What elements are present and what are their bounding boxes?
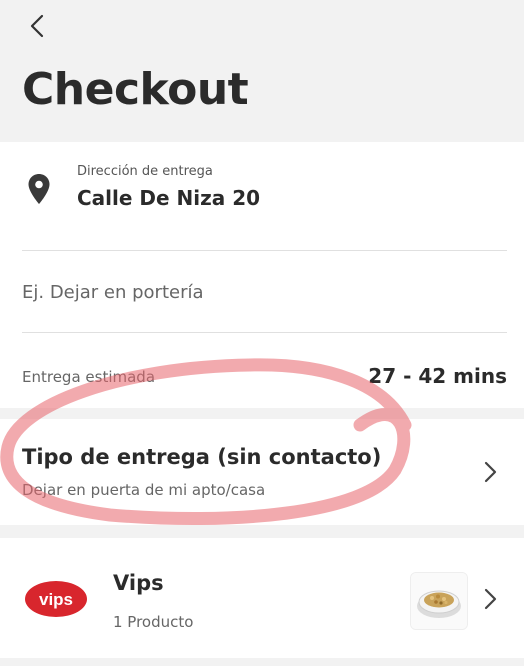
delivery-type-subtitle: Dejar en puerta de mi apto/casa (22, 481, 266, 499)
store-name: Vips (113, 571, 164, 595)
chevron-right-icon (484, 461, 497, 483)
store-logo: vips (25, 581, 87, 617)
eta-label: Entrega estimada (22, 368, 156, 386)
delivery-notes-input[interactable] (22, 266, 492, 318)
divider (22, 332, 507, 333)
delivery-info-card: Dirección de entrega Calle De Niza 20 En… (0, 142, 524, 408)
product-thumbnail (410, 572, 468, 630)
divider (22, 250, 507, 251)
eta-value: 27 - 42 mins (368, 364, 507, 388)
location-pin-icon (28, 174, 50, 204)
delivery-type-row[interactable]: Tipo de entrega (sin contacto) Dejar en … (0, 419, 524, 525)
delivery-address-row[interactable]: Dirección de entrega Calle De Niza 20 (0, 142, 524, 250)
chevron-right-icon (484, 588, 497, 610)
page-title: Checkout (22, 64, 249, 115)
product-count: 1 Producto (113, 613, 194, 631)
store-order-row[interactable]: vips Vips 1 Producto (0, 538, 524, 658)
address-value: Calle De Niza 20 (77, 186, 261, 210)
back-button[interactable] (22, 10, 52, 42)
chevron-left-icon (30, 14, 44, 38)
address-label: Dirección de entrega (77, 164, 213, 179)
store-logo-text: vips (39, 590, 73, 609)
header: Checkout (0, 0, 524, 142)
delivery-type-title: Tipo de entrega (sin contacto) (22, 445, 382, 469)
